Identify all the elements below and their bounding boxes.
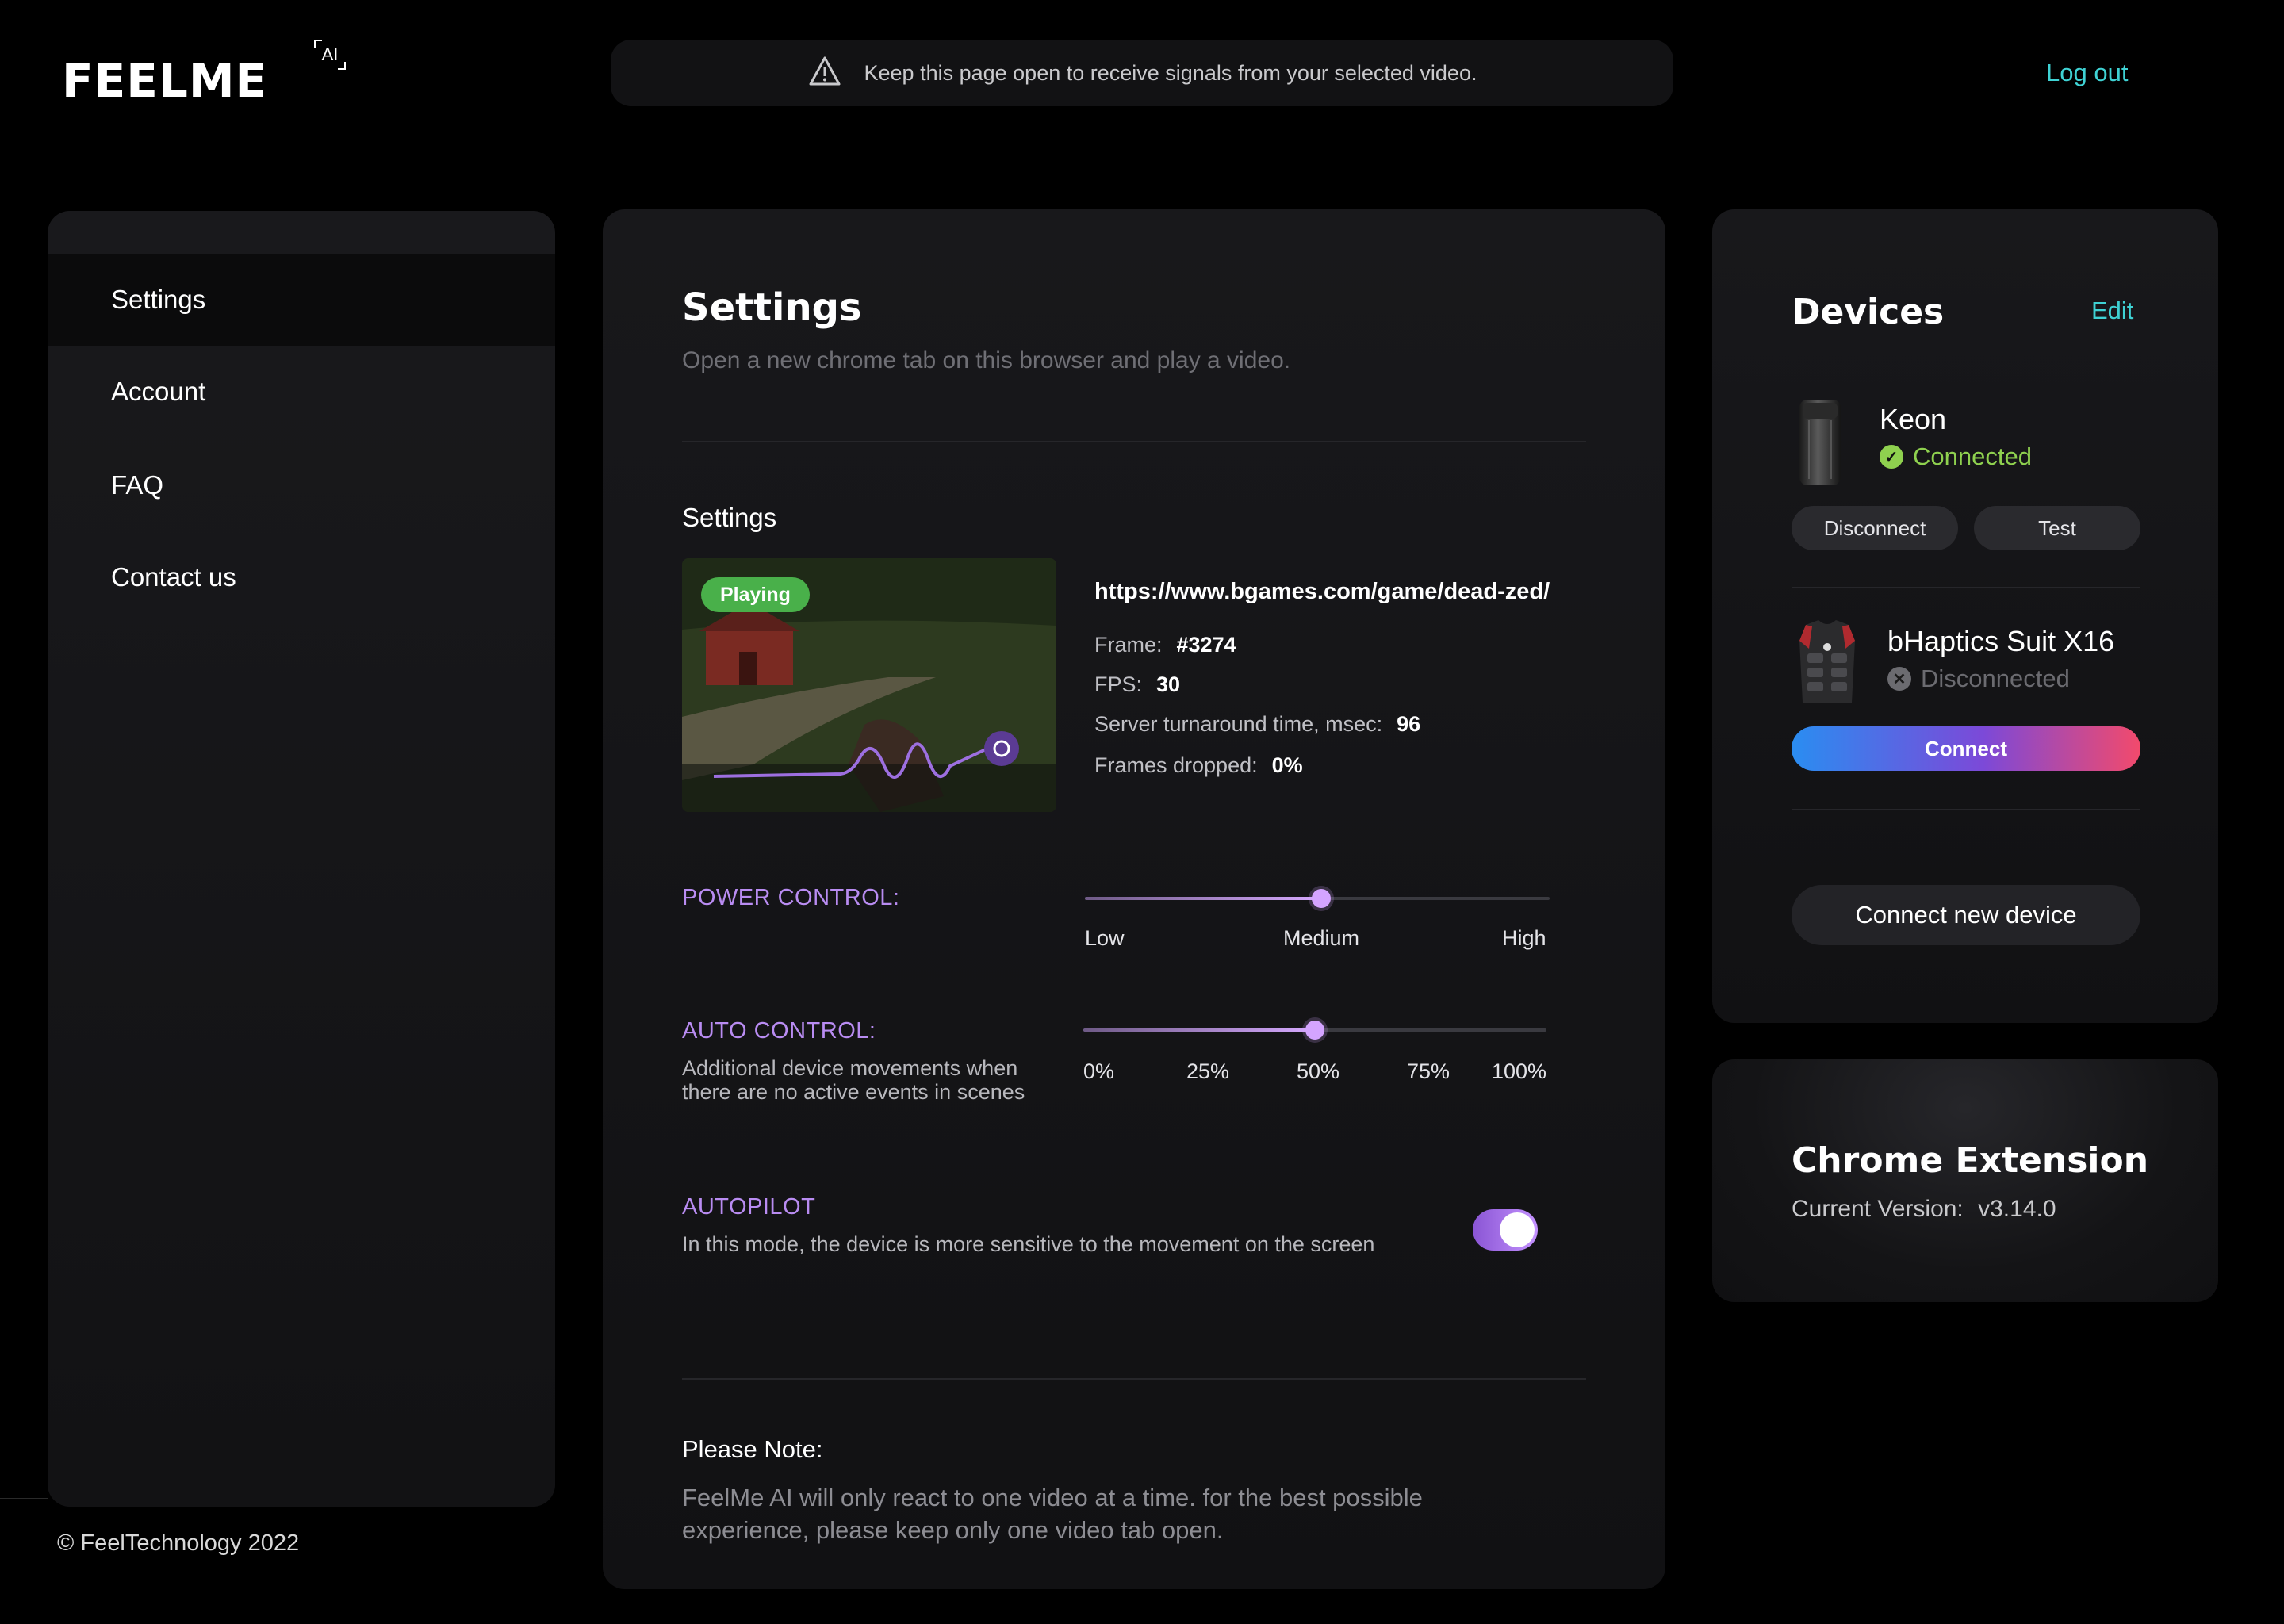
auto-tick-0: 0%	[1083, 1059, 1115, 1083]
dropped-label: Frames dropped:	[1094, 753, 1258, 777]
devices-title: Devices	[1792, 292, 1945, 332]
chrome-extension-card: Chrome Extension Current Version: v3.14.…	[1712, 1059, 2218, 1302]
turnaround-value: 96	[1397, 712, 1421, 736]
chrome-extension-title: Chrome Extension	[1792, 1140, 2149, 1181]
warning-icon	[807, 54, 842, 93]
autopilot-description: In this mode, the device is more sensiti…	[682, 1232, 1375, 1256]
power-control-slider[interactable]	[1085, 887, 1550, 910]
logo-text: FEELME	[62, 54, 268, 108]
toggle-knob	[1500, 1212, 1535, 1247]
playing-badge: Playing	[701, 577, 810, 612]
auto-control-label: AUTO CONTROL:	[682, 1018, 876, 1044]
footer-divider	[0, 1498, 48, 1499]
logout-link[interactable]: Log out	[2046, 59, 2128, 87]
keon-device-name: Keon	[1880, 403, 1947, 435]
auto-control-slider[interactable]	[1083, 1018, 1546, 1042]
notice-text: Keep this page open to receive signals f…	[864, 60, 1477, 85]
sidebar-item-faq[interactable]: FAQ	[48, 439, 555, 531]
keon-status-text: Connected	[1913, 442, 2032, 470]
test-button[interactable]: Test	[1974, 506, 2140, 550]
devices-panel: Devices Edit Keon ✓ Connected Disconnect…	[1712, 209, 2218, 1023]
auto-tick-100: 100%	[1492, 1059, 1547, 1083]
bhaptics-suit-image	[1792, 617, 1863, 709]
auto-tick-75: 75%	[1407, 1059, 1450, 1083]
power-tick-high: High	[1502, 926, 1546, 950]
version-value: v3.14.0	[1978, 1196, 2056, 1222]
notice-banner: Keep this page open to receive signals f…	[611, 40, 1673, 106]
keon-device-image	[1792, 396, 1849, 488]
power-tick-medium: Medium	[1283, 926, 1360, 950]
sidebar-nav: Settings Account FAQ Contact us	[48, 211, 555, 1507]
note-divider	[682, 1378, 1586, 1380]
copyright-text: © FeelTechnology 2022	[57, 1530, 300, 1556]
disconnect-button[interactable]: Disconnect	[1792, 506, 1958, 550]
power-slider-handle[interactable]	[1312, 889, 1331, 908]
video-url: https://www.bgames.com/game/dead-zed/	[1094, 579, 1550, 604]
autopilot-label: AUTOPILOT	[682, 1194, 816, 1220]
connect-button[interactable]: Connect	[1792, 726, 2140, 771]
frame-value: #3274	[1176, 633, 1236, 657]
video-thumbnail[interactable]: Playing	[682, 558, 1056, 812]
turnaround-stat: Server turnaround time, msec: 96	[1094, 712, 1420, 737]
page-subtitle: Open a new chrome tab on this browser an…	[682, 347, 1291, 373]
connect-new-device-button[interactable]: Connect new device	[1792, 885, 2140, 945]
fps-stat: FPS: 30	[1094, 672, 1180, 697]
frame-label: Frame:	[1094, 633, 1163, 657]
device-divider-2	[1792, 809, 2140, 810]
bhaptics-status-text: Disconnected	[1921, 665, 2070, 692]
frame-stat: Frame: #3274	[1094, 633, 1236, 657]
page-title: Settings	[682, 285, 862, 330]
auto-tick-50: 50%	[1297, 1059, 1340, 1083]
auto-control-description: Additional device movements when there a…	[682, 1056, 1025, 1104]
auto-slider-fill	[1083, 1028, 1315, 1032]
check-circle-icon: ✓	[1880, 445, 1903, 469]
auto-slider-handle[interactable]	[1305, 1021, 1324, 1040]
settings-panel: Settings Open a new chrome tab on this b…	[603, 209, 1665, 1589]
dropped-stat: Frames dropped: 0%	[1094, 753, 1303, 778]
autopilot-toggle[interactable]	[1473, 1209, 1538, 1251]
section-title: Settings	[682, 503, 777, 532]
sidebar-item-contact-us[interactable]: Contact us	[48, 531, 555, 623]
auto-tick-25: 25%	[1186, 1059, 1230, 1083]
power-control-label: POWER CONTROL:	[682, 885, 900, 910]
devices-edit-link[interactable]: Edit	[2091, 297, 2133, 325]
x-circle-icon: ✕	[1887, 667, 1911, 691]
note-title: Please Note:	[682, 1435, 823, 1463]
device-divider	[1792, 587, 2140, 588]
feelme-logo[interactable]: FEELME AI	[62, 40, 355, 108]
fps-label: FPS:	[1094, 672, 1143, 696]
keon-status: ✓ Connected	[1880, 442, 2032, 471]
header-divider	[682, 441, 1586, 442]
turnaround-label: Server turnaround time, msec:	[1094, 712, 1383, 736]
sidebar-item-account[interactable]: Account	[48, 346, 555, 438]
chrome-extension-version: Current Version: v3.14.0	[1792, 1196, 2056, 1223]
power-slider-fill	[1085, 897, 1321, 900]
logo-ai-badge: AI	[314, 40, 346, 70]
version-label: Current Version:	[1792, 1196, 1964, 1222]
bhaptics-device-name: bHaptics Suit X16	[1887, 625, 2115, 657]
note-text: FeelMe AI will only react to one video a…	[682, 1484, 1423, 1544]
bhaptics-status: ✕ Disconnected	[1887, 665, 2070, 693]
sidebar-item-settings[interactable]: Settings	[48, 254, 555, 346]
dropped-value: 0%	[1271, 753, 1303, 777]
fps-value: 30	[1156, 672, 1181, 696]
power-tick-low: Low	[1085, 926, 1125, 950]
